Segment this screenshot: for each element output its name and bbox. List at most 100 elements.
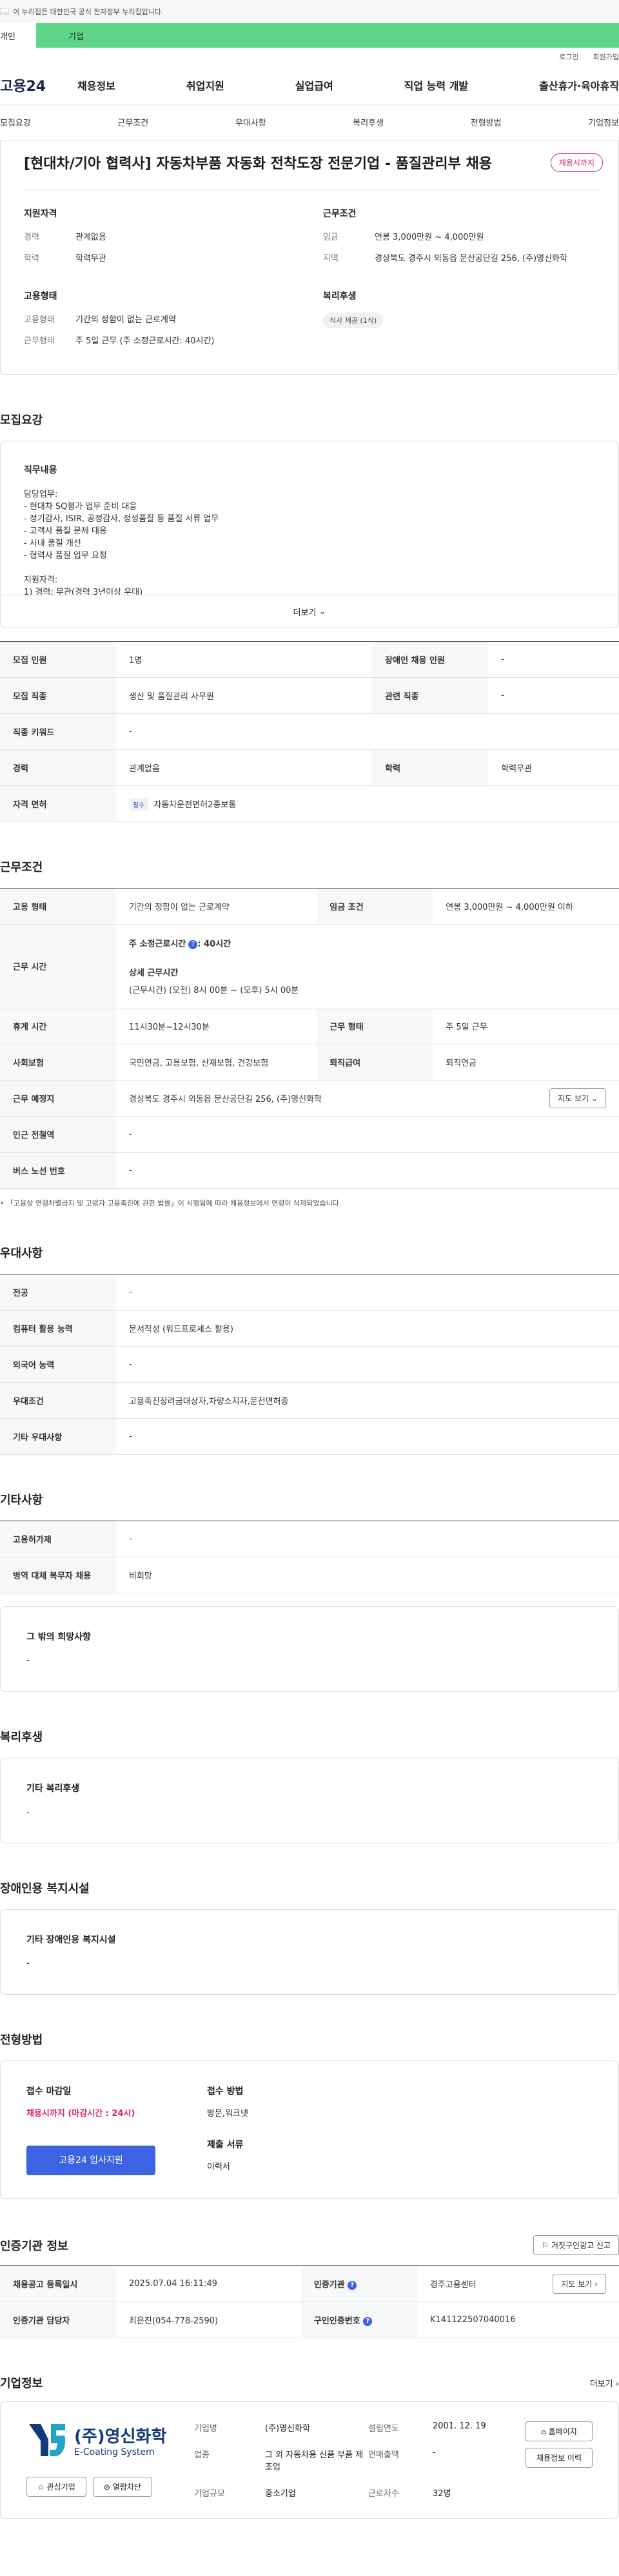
welfare-box: 기타 복리후생 - (0, 1758, 619, 1843)
field-key: 근로자수 (368, 2489, 399, 2499)
table-row: 근무 시간 주 소정근로시간 ?: 40시간 상세 근무시간 (근무시간) (오… (0, 924, 619, 1008)
required-tag: 필수 (129, 798, 149, 811)
etc-title: 기타사항 (0, 1494, 43, 1507)
cell-value: - (116, 1152, 619, 1189)
cell-key: 근무 형태 (317, 1008, 433, 1044)
license-value: 자동차운전면허2종보통 (153, 800, 237, 810)
cell-value: 비희망 (116, 1557, 619, 1593)
cell-key: 기타 우대사항 (0, 1418, 116, 1455)
cell-key: 우대조건 (0, 1382, 116, 1419)
menu-item-unemployment[interactable]: 실업급여 (295, 77, 333, 93)
cell-value: - (116, 713, 619, 750)
welfare-box-title: 기타 복리후생 (26, 1783, 80, 1794)
join-link[interactable]: 회원가입 (593, 52, 619, 62)
homepage-label: 홈페이지 (548, 2427, 577, 2436)
deadline-title: 접수 마감일 (26, 2086, 72, 2097)
login-link[interactable]: 로그인 (559, 52, 578, 62)
cell-value: K141122507040016 (417, 2302, 619, 2338)
etc-section: 기타사항 고용허가제 - 병역 대체 복무자 채용 비희망 그 밖의 희망사항 - (0, 1491, 619, 1692)
emp-type-value: 기간의 정함이 없는 근로계약 (75, 315, 176, 325)
chevron-down-icon: ⌄ (319, 606, 326, 617)
table-row: 자격 면허 필수 자동차운전면허2종보통 (0, 785, 619, 822)
menu-item-parental-leave[interactable]: 출산휴가·육아휴직 (539, 77, 619, 93)
wage-value: 연봉 3,000만원 ~ 4,000만원 (375, 233, 484, 242)
anchor-apply[interactable]: 전형방법 (471, 116, 502, 128)
block-button[interactable]: ⊘ 열람차단 (92, 2477, 152, 2497)
agency-map-button[interactable]: 지도 보기 › (553, 2274, 606, 2294)
age-footnote: • 「고용상 연령차별금지 및 고령자 고용촉진에 관한 법률」이 시행됨에 따… (0, 1199, 342, 1207)
work-summary-title: 근무조건 (323, 209, 357, 219)
employment-title: 고용형태 (24, 291, 57, 302)
method-title: 접수 방법 (207, 2086, 244, 2097)
license-cell: 필수 자동차운전면허2종보통 (116, 785, 619, 822)
cell-key: 채용공고 등록일시 (0, 2265, 116, 2302)
method-value: 방문,워크넷 (207, 2109, 248, 2119)
cell-key: 전공 (0, 1274, 116, 1311)
cell-value: - (116, 1418, 619, 1455)
cell-value: 기간의 정함이 없는 근로계약 (116, 888, 317, 925)
history-button[interactable]: 채용정보 이력 (525, 2448, 593, 2468)
tab-person[interactable]: 개인 (0, 23, 36, 48)
qualification-block: 지원자격 경력 관계없음 학력 학력무관 (24, 207, 304, 273)
disabled-section: 장애인용 복지시설 기타 장애인용 복지시설 - (0, 1879, 619, 1995)
region-key: 지역 (323, 254, 339, 264)
global-nav: 고용24 채용정보 취업지원 실업급여 직업 능력 개발 출산휴가·육아휴직 (0, 66, 619, 104)
cell-value: 국민연금, 고용보험, 산재보험, 건강보험 (116, 1044, 317, 1081)
footnote-text: 「고용상 연령차별금지 및 고령자 고용촉진에 관한 법률」이 시행됨에 따라 … (6, 1199, 342, 1207)
anchor-recruit[interactable]: 모집요강 (0, 116, 31, 128)
qual-edu-key: 학력 (24, 254, 39, 264)
welfare-box-value: - (26, 1807, 30, 1817)
cell-value: 고용촉진장려금대상자,차량소지자,운전면허증 (116, 1382, 619, 1419)
favorite-button[interactable]: ☆ 관심기업 (26, 2477, 86, 2497)
cell-key: 모집 인원 (0, 641, 116, 678)
chevron-right-icon: › (615, 2379, 619, 2389)
report-button[interactable]: ⚐ 거짓구인광고 신고 (533, 2235, 619, 2255)
block-label: 열람차단 (112, 2483, 141, 2492)
menu-item-jobs[interactable]: 채용정보 (77, 77, 115, 93)
info-icon[interactable]: ? (348, 2280, 357, 2290)
hours-main-label: 주 소정근로시간 (129, 939, 186, 949)
cell-key: 고용허가제 (0, 1521, 116, 1557)
disabled-title: 장애인용 복지시설 (0, 1882, 90, 1896)
job-description: 직무내용 담당업무: - 현대차 SQ평가 업무 준비 대응 - 정기감사, I… (0, 441, 619, 595)
cell-key: 임금 조건 (317, 888, 433, 925)
tab-company[interactable]: 기업 (36, 23, 619, 48)
info-icon[interactable]: ? (363, 2316, 373, 2326)
cell-value: 11시30분~12시30분 (116, 1008, 317, 1044)
homepage-button[interactable]: ⌂ 홈페이지 (525, 2421, 593, 2441)
apply-title: 전형방법 (0, 2033, 43, 2047)
map-button[interactable]: 지도 보기 ⌄ (549, 1088, 606, 1108)
work-type-key: 근무형태 (24, 336, 55, 346)
hours-detail-value: (근무시간) (오전) 8시 00분 ~ (오후) 5시 00분 (129, 986, 299, 995)
cell-key: 구인인증번호 ? (300, 2302, 417, 2338)
field-key: 설립연도 (368, 2424, 399, 2434)
cell-key: 고용 형태 (0, 888, 116, 925)
apply-button[interactable]: 고용24 입사지원 (26, 2146, 155, 2175)
info-icon[interactable]: ? (188, 939, 198, 949)
menu-item-training[interactable]: 직업 능력 개발 (404, 77, 468, 93)
place-value: 경상북도 경주시 외동읍 문산공단길 256, (주)영신화학 (129, 1095, 322, 1104)
cell-value: - (116, 1274, 619, 1311)
more-button[interactable]: 더보기 ⌄ (0, 595, 619, 628)
work-table: 고용 형태 기간의 정함이 없는 근로계약 임금 조건 연봉 3,000만원 ~… (0, 888, 619, 1189)
menu-item-employment-support[interactable]: 취업지원 (186, 77, 224, 93)
place-cell: 경상북도 경주시 외동읍 문산공단길 256, (주)영신화학 지도 보기 ⌄ (116, 1080, 619, 1117)
company-logo: (주)영신화학 E-Coating System (26, 2421, 175, 2459)
company-more-link[interactable]: 더보기 › (590, 2377, 619, 2389)
main-menu: 채용정보 취업지원 실업급여 직업 능력 개발 출산휴가·육아휴직 (77, 77, 619, 93)
flag-icon (0, 8, 9, 15)
notice-text: 이 누리집은 대한민국 공식 전자정부 누리집입니다. (13, 8, 164, 16)
pref-title: 우대사항 (0, 1247, 43, 1260)
anchor-company[interactable]: 기업정보 (588, 116, 619, 128)
company-card: (주)영신화학 E-Coating System ☆ 관심기업 ⊘ 열람차단 기… (0, 2401, 619, 2519)
anchor-pref[interactable]: 우대사항 (235, 116, 266, 128)
anchor-work[interactable]: 근무조건 (117, 116, 148, 128)
company-section: 기업정보 더보기 › (주)영신화학 E-Coating System ☆ 관심… (0, 2374, 619, 2519)
report-button-label: 거짓구인광고 신고 (551, 2241, 611, 2250)
cell-value: 연봉 3,000만원 ~ 4,000만원 이하 (433, 888, 619, 925)
anchor-welfare[interactable]: 복리후생 (353, 116, 384, 128)
job-desc-text: 담당업무: - 현대차 SQ평가 업무 준비 대응 - 정기감사, ISIR, … (24, 490, 219, 595)
cell-value: 2025.07.04 16:11:49 (116, 2265, 301, 2302)
site-logo[interactable]: 고용24 (0, 75, 77, 95)
company-side-buttons: ⌂ 홈페이지 채용정보 이력 (525, 2421, 593, 2499)
